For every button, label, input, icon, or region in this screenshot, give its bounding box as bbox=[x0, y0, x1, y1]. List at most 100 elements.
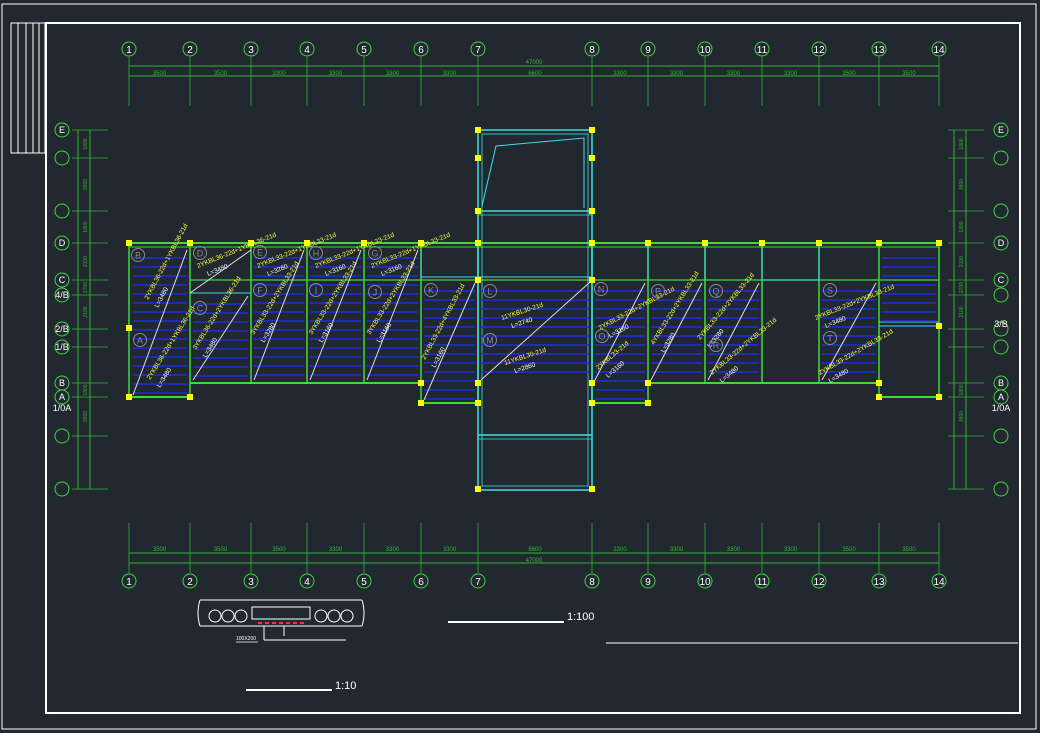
structural-column bbox=[759, 240, 765, 246]
structural-column bbox=[475, 155, 481, 161]
structural-column bbox=[475, 240, 481, 246]
top-axis-number: 2 bbox=[187, 45, 193, 56]
right-row-label: C bbox=[998, 275, 1005, 285]
top-axis-number: 7 bbox=[475, 45, 481, 56]
top-axis-number: 10 bbox=[699, 45, 711, 56]
slab-id: D bbox=[197, 249, 204, 259]
bottom-dimension-text: 3300 bbox=[386, 547, 400, 553]
left-row-label: D bbox=[59, 238, 66, 248]
left-row-label: 4/B bbox=[55, 290, 69, 300]
slab-id: L bbox=[487, 287, 492, 297]
top-axis-number: 3 bbox=[248, 45, 254, 56]
slab-id: S bbox=[827, 286, 833, 296]
right-row-label: E bbox=[998, 125, 1004, 135]
left-side-dimension: 1800 bbox=[83, 384, 89, 395]
top-axis-number: 1 bbox=[126, 45, 132, 56]
slab-id: C bbox=[197, 304, 204, 314]
structural-column bbox=[936, 323, 942, 329]
slab-id: N bbox=[598, 285, 605, 295]
left-row-label: A bbox=[59, 392, 65, 402]
top-dimension-text: 3500 bbox=[214, 71, 228, 77]
structural-column bbox=[816, 240, 822, 246]
structural-column bbox=[126, 394, 132, 400]
right-side-dimension: 3600 bbox=[959, 411, 965, 422]
left-side-dimension: 2100 bbox=[83, 256, 89, 267]
slab-id: M bbox=[486, 336, 494, 346]
top-dimension-text: 3300 bbox=[613, 71, 627, 77]
left-side-dimension: 1800 bbox=[83, 221, 89, 232]
right-row-label: A bbox=[998, 392, 1004, 402]
detail-note: 100X200 bbox=[236, 636, 256, 642]
slab-id: A bbox=[137, 336, 143, 346]
right-side-dimension: 3600 bbox=[959, 179, 965, 190]
bottom-axis-number: 8 bbox=[589, 577, 595, 588]
bottom-axis-number: 12 bbox=[813, 577, 825, 588]
bottom-axis-number: 9 bbox=[645, 577, 651, 588]
structural-column bbox=[126, 325, 132, 331]
structural-column bbox=[589, 208, 595, 214]
slab-id: P bbox=[655, 287, 661, 297]
top-dimension-text: 3300 bbox=[443, 71, 457, 77]
slab-id: H bbox=[313, 249, 320, 259]
bottom-axis-number: 1 bbox=[126, 577, 132, 588]
bottom-dimension-text: 3300 bbox=[613, 547, 627, 553]
structural-column bbox=[187, 240, 193, 246]
top-axis-number: 5 bbox=[361, 45, 367, 56]
top-dimension-text: 3300 bbox=[670, 71, 684, 77]
structural-column bbox=[936, 394, 942, 400]
structural-column bbox=[589, 127, 595, 133]
left-side-dimension: 2100 bbox=[83, 306, 89, 317]
top-dimension-text: 3500 bbox=[842, 71, 856, 77]
structural-column bbox=[475, 380, 481, 386]
top-dimension-text: 3300 bbox=[727, 71, 741, 77]
top-total-dimension: 47000 bbox=[526, 60, 543, 66]
left-row-label: B bbox=[59, 378, 65, 388]
top-dimension-text: 3300 bbox=[272, 71, 286, 77]
left-row-label: C bbox=[59, 275, 66, 285]
top-dimension-text: 3500 bbox=[153, 71, 167, 77]
bottom-dimension-text: 3300 bbox=[784, 547, 798, 553]
bottom-dimension-text: 3500 bbox=[153, 547, 167, 553]
bottom-axis-number: 14 bbox=[933, 577, 945, 588]
slab-id: O bbox=[598, 332, 605, 342]
right-side-dimension: 1800 bbox=[959, 221, 965, 232]
slab-id: R bbox=[713, 341, 720, 351]
structural-column bbox=[187, 394, 193, 400]
slab-id: G bbox=[371, 249, 378, 259]
left-row-label: E bbox=[59, 125, 65, 135]
top-axis-number: 12 bbox=[813, 45, 825, 56]
bottom-dimension-text: 3500 bbox=[214, 547, 228, 553]
top-dimension-text: 3500 bbox=[902, 71, 916, 77]
bottom-axis-number: 4 bbox=[304, 577, 310, 588]
slab-id: T bbox=[827, 334, 833, 344]
top-axis-number: 6 bbox=[418, 45, 424, 56]
right-row-label: B bbox=[998, 378, 1004, 388]
top-axis-number: 9 bbox=[645, 45, 651, 56]
drawing-canvas: 3500 3500 3300 3300 3300 3300 6600 3300 3300 3300… bbox=[0, 0, 1040, 733]
bottom-dimension-text: 3300 bbox=[329, 547, 343, 553]
right-side-dimension: 2100 bbox=[959, 306, 965, 317]
left-row-label: 1/B bbox=[55, 342, 69, 352]
right-row-label: D bbox=[998, 238, 1005, 248]
structural-column bbox=[475, 400, 481, 406]
slab-id: B bbox=[135, 251, 141, 261]
bottom-dimension-text: 3500 bbox=[272, 547, 286, 553]
left-side-dimension: 2700 bbox=[83, 282, 89, 293]
top-dimension-text: 3300 bbox=[329, 71, 343, 77]
structural-column bbox=[589, 380, 595, 386]
top-axis-number: 14 bbox=[933, 45, 945, 56]
top-dimension-text: 3300 bbox=[784, 71, 798, 77]
right-side-dimension: 2700 bbox=[959, 282, 965, 293]
slab-id: I bbox=[315, 286, 318, 296]
top-axis-number: 8 bbox=[589, 45, 595, 56]
bottom-axis-number: 7 bbox=[475, 577, 481, 588]
bottom-axis-number: 11 bbox=[757, 577, 768, 588]
bottom-dimension-text: 3300 bbox=[670, 547, 684, 553]
bottom-dimension-text: 3300 bbox=[727, 547, 741, 553]
top-axis-number: 4 bbox=[304, 45, 310, 56]
structural-column bbox=[876, 240, 882, 246]
right-row-label: 1/0A bbox=[992, 403, 1011, 413]
structural-column bbox=[876, 380, 882, 386]
structural-column bbox=[876, 394, 882, 400]
structural-column bbox=[645, 240, 651, 246]
